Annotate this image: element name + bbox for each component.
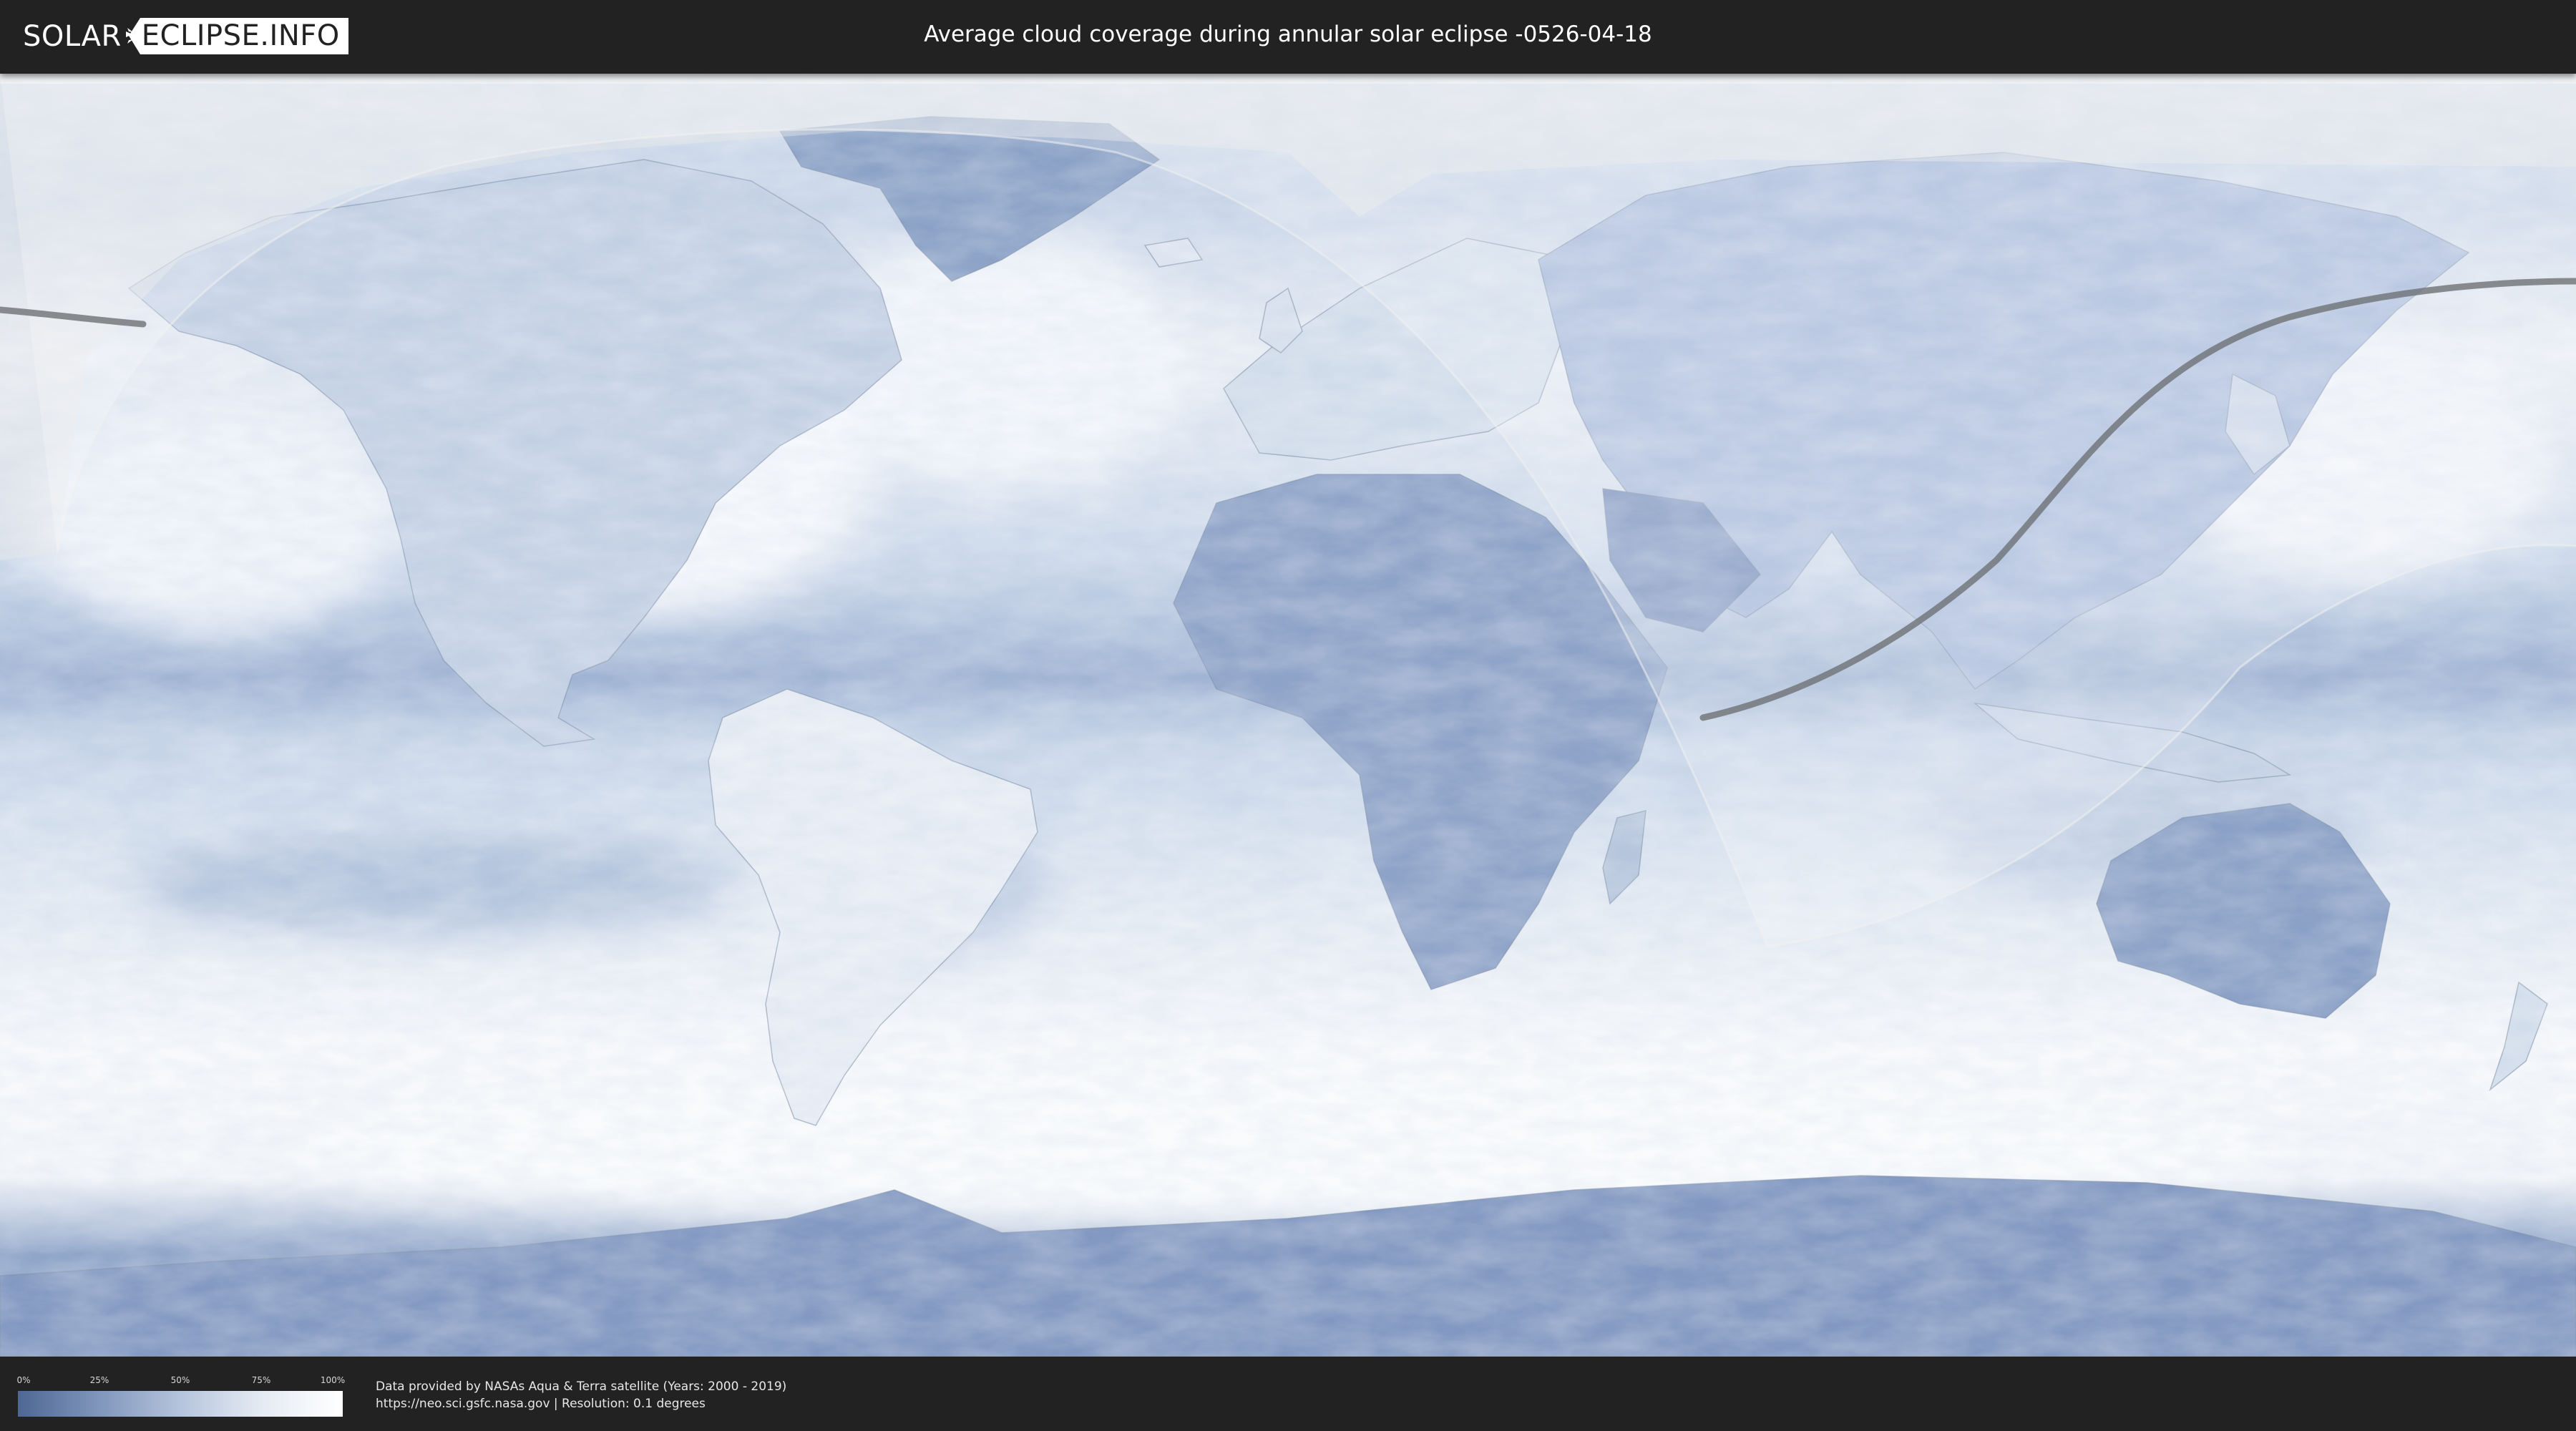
footer-bar: 0% 25% 50% 75% 100% Data provided by NAS… [0,1357,2576,1431]
legend-gradient-bar [18,1391,343,1417]
legend-tick-75: 75% [251,1375,271,1385]
data-source-link[interactable]: https://neo.sci.gsfc.nasa.gov | Resoluti… [376,1397,706,1411]
eclipse-penumbra-region [0,74,2576,947]
legend-tick-25: 25% [89,1375,109,1385]
legend-tick-100: 100% [320,1375,346,1385]
cloud-coverage-map[interactable] [0,74,2576,1357]
header-bar: SOLAR ECLIPSE.INFO Average cloud coverag… [0,0,2576,74]
page-root: SOLAR ECLIPSE.INFO Average cloud coverag… [0,0,2576,1431]
data-credit: Data provided by NASAs Aqua & Terra sate… [376,1379,787,1394]
map-edge-top-fade [0,74,2576,84]
page-title: Average cloud coverage during annular so… [924,21,1652,47]
legend-tick-50: 50% [170,1375,190,1385]
legend-tick-0: 0% [16,1375,31,1385]
world-map-svg [0,74,2576,1357]
